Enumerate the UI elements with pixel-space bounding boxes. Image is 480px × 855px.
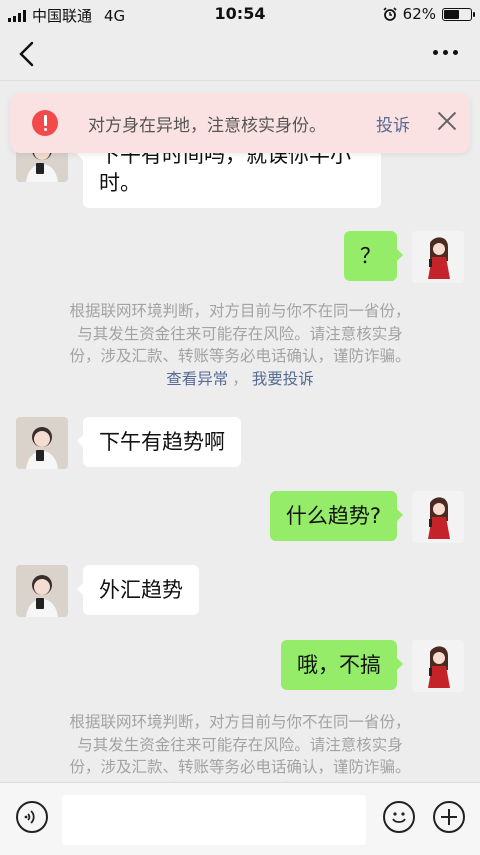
avatar[interactable] — [412, 640, 464, 692]
message-text: 下午有趋势啊 — [99, 430, 225, 454]
message-text: 哦，不搞 — [297, 653, 381, 677]
message-text: 什么趋势? — [285, 504, 381, 528]
chat-area[interactable]: 下午有时间吗，就误你半小 时。 ？ 根据联网环境判断，对方目前与你不在同一省份，… — [0, 80, 480, 782]
notice-line: 与其发生资金往来可能存在风险。请注意核实身 — [77, 735, 403, 754]
message-bubble[interactable]: ？ — [344, 231, 403, 281]
warning-icon — [32, 110, 58, 136]
security-notice: 根据联网环境判断，对方目前与你不在同一省份， 与其发生资金往来可能存在风险。请注… — [20, 300, 460, 390]
notice-line: 根据联网环境判断，对方目前与你不在同一省份， — [69, 713, 411, 731]
link-separator: ， — [232, 369, 248, 388]
message-text: 外汇趋势 — [99, 578, 183, 602]
nav-bar — [0, 28, 480, 81]
close-icon[interactable] — [437, 111, 457, 131]
status-bar: 中国联通 4G 10:54 62% — [0, 0, 480, 28]
message-bubble[interactable]: 外汇趋势 — [77, 565, 199, 615]
remote-location-warning-banner: 对方身在异地，注意核实身份。 投诉 — [10, 93, 470, 153]
notice-line: 根据联网环境判断，对方目前与你不在同一省份， — [69, 302, 411, 320]
notice-line: 份，涉及汇款、转账等务必电话确认，谨防诈骗。 — [69, 758, 411, 776]
security-notice: 根据联网环境判断，对方目前与你不在同一省份， 与其发生资金往来可能存在风险。请注… — [20, 711, 460, 782]
alarm-icon — [383, 7, 397, 21]
avatar[interactable] — [412, 491, 464, 543]
avatar[interactable] — [412, 231, 464, 283]
complain-button[interactable]: 投诉 — [376, 111, 410, 136]
plus-icon[interactable] — [433, 801, 465, 833]
battery-icon — [442, 7, 475, 21]
message-bubble[interactable]: 什么趋势? — [269, 491, 404, 541]
message-input[interactable] — [62, 795, 366, 845]
message-bubble[interactable]: 哦，不搞 — [281, 640, 403, 690]
avatar[interactable] — [16, 417, 68, 469]
more-icon[interactable] — [433, 50, 458, 55]
back-arrow-icon[interactable] — [14, 40, 40, 68]
complain-link[interactable]: 我要投诉 — [252, 370, 314, 388]
input-bar — [0, 782, 480, 855]
warning-message: 对方身在异地，注意核实身份。 — [88, 116, 326, 136]
battery-percent: 62% — [402, 5, 436, 23]
notice-line: 与其发生资金往来可能存在风险。请注意核实身 — [77, 324, 403, 343]
emoji-icon[interactable] — [383, 801, 415, 833]
message-text: 时。 — [99, 171, 141, 195]
voice-icon[interactable] — [16, 801, 48, 833]
view-exception-link[interactable]: 查看异常 — [166, 370, 228, 388]
message-text: ？ — [360, 244, 381, 268]
notice-line: 份，涉及汇款、转账等务必电话确认，谨防诈骗。 — [69, 347, 411, 365]
message-bubble[interactable]: 下午有趋势啊 — [77, 417, 241, 467]
avatar[interactable] — [16, 565, 68, 617]
